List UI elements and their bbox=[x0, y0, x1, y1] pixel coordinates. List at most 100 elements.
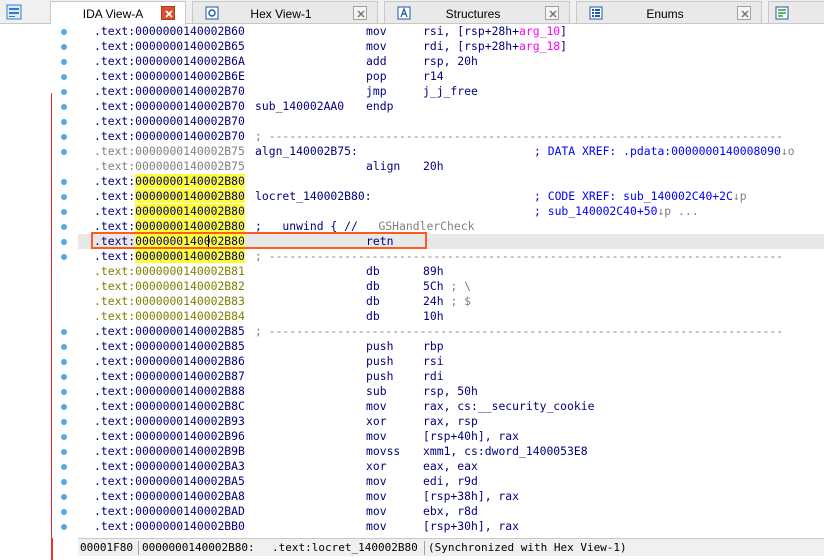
close-icon[interactable] bbox=[545, 6, 559, 20]
tab-hex-view-1[interactable]: Hex View-1 bbox=[192, 1, 378, 23]
close-icon[interactable] bbox=[353, 6, 367, 20]
address-cell[interactable]: .text:0000000140002B88 bbox=[94, 384, 245, 399]
mnemonic[interactable]: mov bbox=[366, 519, 387, 534]
breakpoint-dot-icon[interactable] bbox=[61, 89, 67, 95]
address-value[interactable]: 0000000140002B86 bbox=[135, 354, 245, 368]
mnemonic[interactable]: add bbox=[366, 54, 387, 69]
operands[interactable]: rsp, 50h bbox=[423, 384, 478, 399]
listing-row[interactable]: .text:0000000140002B87 push rdi bbox=[78, 369, 824, 384]
mnemonic[interactable]: mov bbox=[366, 24, 387, 39]
mnemonic[interactable]: push bbox=[366, 369, 393, 384]
address-value[interactable]: 0000000140002B84 bbox=[135, 309, 245, 323]
breakpoint-gutter[interactable] bbox=[52, 24, 78, 538]
listing-row[interactable]: .text:0000000140002BAD mov ebx, r8d bbox=[78, 504, 824, 519]
listing-row[interactable]: .text:0000000140002B86 push rsi bbox=[78, 354, 824, 369]
mnemonic[interactable]: db bbox=[366, 294, 380, 309]
breakpoint-dot-icon[interactable] bbox=[61, 479, 67, 485]
close-icon[interactable] bbox=[161, 6, 175, 20]
address-cell[interactable]: .text:0000000140002BB0 bbox=[94, 519, 245, 534]
operands[interactable]: rsp, 20h bbox=[423, 54, 478, 69]
tab-structures[interactable]: Structures bbox=[384, 1, 570, 23]
listing-row[interactable]: .text:0000000140002B70 jmp j_j_free bbox=[78, 84, 824, 99]
breakpoint-dot-icon[interactable] bbox=[61, 449, 67, 455]
address-value[interactable]: 0000000140002B83 bbox=[135, 294, 245, 308]
address-cell[interactable]: .text:0000000140002B83 bbox=[94, 294, 245, 309]
address-cell[interactable]: .text:0000000140002B80 bbox=[94, 249, 245, 264]
listing-row[interactable]: .text:0000000140002B8C mov rax, cs:__secur… bbox=[78, 399, 824, 414]
breakpoint-dot-icon[interactable] bbox=[61, 419, 67, 425]
address-value[interactable]: 0000000140002B70 bbox=[135, 129, 245, 143]
address-cell[interactable]: .text:0000000140002B80 bbox=[94, 174, 245, 189]
address-value[interactable]: 0000000140002B87 bbox=[135, 369, 245, 383]
address-value[interactable]: 0000000140002B6E bbox=[135, 69, 245, 83]
address-value[interactable]: 0000000140002B6A bbox=[135, 54, 245, 68]
xref-comment[interactable]: ; DATA XREF: .pdata:0000000140008090↓o bbox=[534, 144, 795, 159]
breakpoint-dot-icon[interactable] bbox=[61, 134, 67, 140]
address-cell[interactable]: .text:0000000140002B8C bbox=[94, 399, 245, 414]
xref-comment[interactable]: ; CODE XREF: sub_140002C40+2C↓p bbox=[534, 189, 747, 204]
listing-row[interactable]: .text:0000000140002B60 mov rsi, [rsp+28h+a… bbox=[78, 24, 824, 39]
listing-row[interactable]: .text:0000000140002B9B movss xmm1, cs:dwor… bbox=[78, 444, 824, 459]
listing-row[interactable]: .text:0000000140002B96 mov [rsp+40h], rax bbox=[78, 429, 824, 444]
address-cell[interactable]: .text:0000000140002B85 bbox=[94, 324, 245, 339]
address-value[interactable]: 0000000140002BA3 bbox=[135, 459, 245, 473]
address-cell[interactable]: .text:0000000140002B65 bbox=[94, 39, 245, 54]
address-value[interactable]: 0000000140002B65 bbox=[135, 39, 245, 53]
breakpoint-dot-icon[interactable] bbox=[61, 194, 67, 200]
address-value[interactable]: 0000000140002B70 bbox=[135, 84, 245, 98]
address-value[interactable]: 0000000140002B85 bbox=[135, 339, 245, 353]
handler-name[interactable]: __GSHandlerCheck bbox=[365, 219, 475, 233]
breakpoint-dot-icon[interactable] bbox=[61, 359, 67, 365]
operands[interactable]: xmm1, cs:dword_1400053E8 bbox=[423, 444, 588, 459]
address-value[interactable]: 0000000140002B88 bbox=[135, 384, 245, 398]
address-value[interactable]: 0000000140002B8C bbox=[135, 399, 245, 413]
operands[interactable]: [rsp+30h], rax bbox=[423, 519, 519, 534]
address-value[interactable]: 0000000140002B80 bbox=[135, 219, 245, 233]
operands[interactable]: eax, eax bbox=[423, 459, 478, 474]
address-value[interactable]: 0000000140002B80 bbox=[135, 174, 245, 188]
address-value[interactable]: 0000000140002B60 bbox=[135, 24, 245, 38]
address-cell[interactable]: .text:0000000140002B70 bbox=[94, 84, 245, 99]
listing-row[interactable]: .text:0000000140002BA8 mov [rsp+38h], rax bbox=[78, 489, 824, 504]
address-cell[interactable]: .text:0000000140002B80 bbox=[94, 204, 245, 219]
operands[interactable]: rax, cs:__security_cookie bbox=[423, 399, 594, 414]
breakpoint-dot-icon[interactable] bbox=[61, 44, 67, 50]
mnemonic[interactable]: mov bbox=[366, 429, 387, 444]
breakpoint-dot-icon[interactable] bbox=[61, 119, 67, 125]
address-cell[interactable]: .text:0000000140002B86 bbox=[94, 354, 245, 369]
breakpoint-dot-icon[interactable] bbox=[61, 59, 67, 65]
breakpoint-dot-icon[interactable] bbox=[61, 209, 67, 215]
address-value[interactable]: 0000000140002B85 bbox=[135, 324, 245, 338]
code-label[interactable]: sub_140002AA0 bbox=[255, 99, 344, 114]
window-menu-icon[interactable] bbox=[6, 4, 22, 20]
listing-row[interactable]: .text:0000000140002B83 db 24h ; $ bbox=[78, 294, 824, 309]
operands[interactable]: [rsp+38h], rax bbox=[423, 489, 519, 504]
listing-row[interactable]: .text:0000000140002BA5 mov edi, r9d bbox=[78, 474, 824, 489]
address-cell[interactable]: .text:0000000140002B87 bbox=[94, 369, 245, 384]
breakpoint-dot-icon[interactable] bbox=[61, 74, 67, 80]
address-cell[interactable]: .text:0000000140002B82 bbox=[94, 279, 245, 294]
address-value[interactable]: 0000000140002BAD bbox=[135, 504, 245, 518]
mnemonic[interactable]: sub bbox=[366, 384, 387, 399]
operands[interactable]: rsi, [rsp+28h+arg_10] bbox=[423, 24, 567, 39]
address-value[interactable]: 0000000140002B93 bbox=[135, 414, 245, 428]
breakpoint-dot-icon[interactable] bbox=[61, 179, 67, 185]
address-cell[interactable]: .text:0000000140002B70 bbox=[94, 99, 245, 114]
breakpoint-dot-icon[interactable] bbox=[61, 434, 67, 440]
code-label[interactable]: algn_140002B75: bbox=[255, 144, 358, 159]
address-value[interactable]: 0000000140002B80 bbox=[135, 249, 245, 263]
listing-row[interactable]: .text:0000000140002B81 db 89h bbox=[78, 264, 824, 279]
listing-row[interactable]: .text:0000000140002B93 xor rax, rsp bbox=[78, 414, 824, 429]
operands[interactable]: rdi bbox=[423, 369, 444, 384]
address-cell[interactable]: .text:0000000140002B75 bbox=[94, 144, 245, 159]
mnemonic[interactable]: xor bbox=[366, 414, 387, 429]
mnemonic[interactable]: mov bbox=[366, 489, 387, 504]
address-value[interactable]: 0000000140002B70 bbox=[135, 114, 245, 128]
operands[interactable]: ebx, r8d bbox=[423, 504, 478, 519]
operands[interactable]: 10h bbox=[423, 309, 444, 324]
breakpoint-dot-icon[interactable] bbox=[61, 149, 67, 155]
address-cell[interactable]: .text:0000000140002B81 bbox=[94, 264, 245, 279]
breakpoint-dot-icon[interactable] bbox=[61, 329, 67, 335]
address-value[interactable]: 0000000140002B81 bbox=[135, 264, 245, 278]
tab-imports[interactable] bbox=[768, 1, 824, 23]
